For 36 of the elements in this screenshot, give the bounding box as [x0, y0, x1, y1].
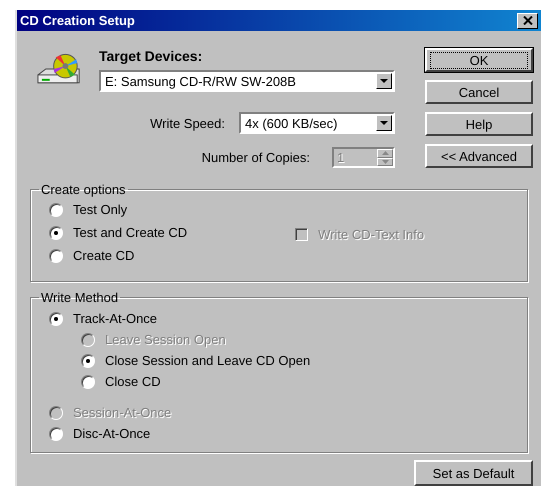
dropdown-arrow-icon — [380, 78, 388, 84]
dialog-button[interactable]: OK — [425, 48, 533, 72]
dialog-button[interactable]: Cancel — [425, 80, 533, 104]
dialog-button[interactable]: << Advanced — [425, 144, 533, 168]
radio-label: Leave Session Open — [105, 332, 226, 347]
copies-label: Number of Copies: — [202, 150, 310, 165]
radio-label: Session-At-Once — [73, 405, 172, 420]
radio-label: Track-At-Once — [73, 311, 158, 326]
radio-button[interactable] — [49, 426, 63, 440]
device-dropdown[interactable]: E: Samsung CD-R/RW SW-208B — [99, 70, 395, 92]
radio-label: Close Session and Leave CD Open — [105, 353, 310, 368]
window-title: CD Creation Setup — [20, 13, 135, 28]
dialog-button[interactable]: Help — [425, 112, 533, 136]
radio-button[interactable] — [81, 374, 95, 388]
radio-label: Close CD — [105, 374, 161, 389]
radio-label: Test Only — [73, 202, 128, 217]
radio-label: Disc-At-Once — [73, 426, 150, 441]
radio-label: Test and Create CD — [73, 225, 188, 240]
checkbox-label: Write CD-Text Info — [318, 227, 424, 242]
radio-button[interactable] — [81, 354, 95, 368]
dropdown-arrow-icon — [380, 120, 388, 126]
group-title: Write Method — [40, 290, 120, 305]
speed-dropdown[interactable]: 4x (600 KB/sec) — [239, 112, 395, 134]
write-speed-label: Write Speed: — [150, 116, 225, 130]
down-arrow-icon — [382, 160, 388, 164]
radio-button[interactable] — [49, 202, 63, 216]
radio-button[interactable] — [49, 312, 63, 326]
up-arrow-icon — [382, 151, 388, 156]
close-button[interactable] — [517, 12, 538, 28]
radio-button[interactable] — [49, 248, 63, 262]
set-as-default-button[interactable]: Set as Default — [414, 460, 533, 486]
target-devices-label: Target Devices: — [99, 48, 204, 64]
radio-button[interactable] — [49, 226, 63, 240]
radio-label: Create CD — [73, 248, 134, 263]
close-icon — [522, 16, 532, 25]
group-title: Create options — [40, 182, 127, 197]
